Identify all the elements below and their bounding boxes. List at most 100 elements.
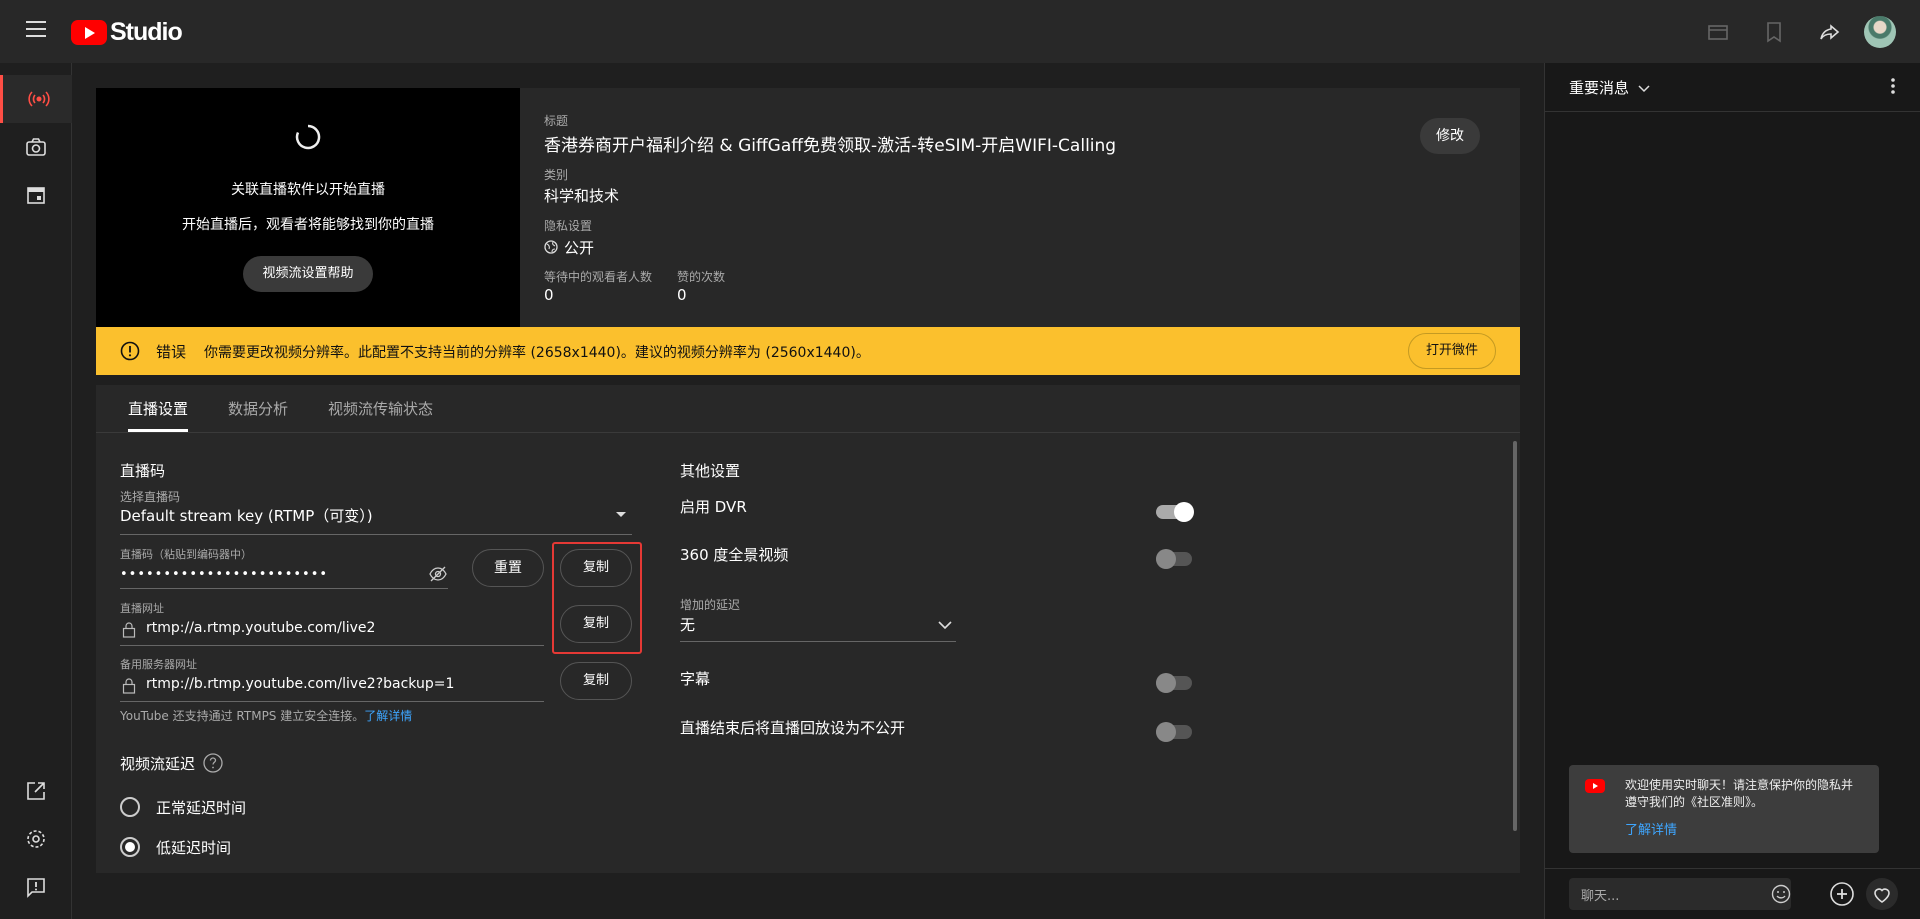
chevron-down-icon <box>938 621 952 630</box>
left-nav <box>0 63 72 919</box>
nav-stream[interactable] <box>0 75 72 123</box>
highlight-box <box>552 542 642 654</box>
unlist-toggle[interactable] <box>1156 722 1192 742</box>
stream-key-label: 直播码（粘贴到编码器中） <box>120 548 252 561</box>
dropdown-arrow-icon <box>616 512 626 517</box>
chat-learn-more-link[interactable]: 了解详情 <box>1625 819 1677 838</box>
error-prefix: 错误 <box>156 343 187 361</box>
nav-open-external[interactable] <box>0 767 72 815</box>
calendar-icon <box>27 187 45 204</box>
stream-url-label: 直播网址 <box>120 602 164 615</box>
chevron-down-icon <box>1638 84 1650 92</box>
preview-line-1: 关联直播软件以开始直播 <box>231 182 385 198</box>
help-icon[interactable] <box>203 753 223 773</box>
dvr-label: 启用 DVR <box>680 498 747 516</box>
top-bar: Studio <box>0 0 1920 63</box>
settings-panel: 直播码 选择直播码 Default stream key (RTMP（可变）) … <box>96 433 1520 873</box>
active-tab-indicator <box>128 429 188 432</box>
stream-title: 香港券商开户福利介绍 & GiffGaff免费领取-激活-转eSIM-开启WIF… <box>544 136 1117 156</box>
preview-line-2: 开始直播后，观看者将能够找到你的直播 <box>182 217 434 233</box>
tab-stream-settings[interactable]: 直播设置 <box>128 398 188 419</box>
vr360-toggle[interactable] <box>1156 549 1192 569</box>
vr360-label: 360 度全景视频 <box>680 546 789 564</box>
nav-manage[interactable] <box>0 171 72 219</box>
settings-scrollbar[interactable] <box>1513 441 1517 831</box>
loading-spinner-icon <box>295 124 321 150</box>
stream-key-select-value: Default stream key (RTMP（可变）) <box>120 507 373 525</box>
chat-header-label: 重要消息 <box>1569 79 1630 97</box>
rtmps-learn-more-link[interactable]: 了解详情 <box>364 709 412 723</box>
waiting-viewers-label: 等待中的观看者人数 <box>544 270 653 284</box>
stream-url-field[interactable]: rtmp://a.rtmp.youtube.com/live2 <box>120 618 544 646</box>
emoji-icon[interactable] <box>1771 884 1791 904</box>
clapperboard-icon[interactable] <box>1706 20 1730 44</box>
unlist-label: 直播结束后将直播回放设为不公开 <box>680 719 906 737</box>
bookmark-icon[interactable] <box>1762 20 1786 44</box>
captions-label: 字幕 <box>680 670 711 688</box>
stream-key-heading: 直播码 <box>120 462 166 480</box>
latency-normal-radio[interactable] <box>120 797 140 817</box>
dvr-toggle[interactable] <box>1156 502 1194 522</box>
heart-icon[interactable] <box>1865 877 1899 911</box>
error-banner: 错误 你需要更改视频分辨率。此配置不支持当前的分辨率 (2658x1440)。建… <box>96 327 1520 375</box>
latency-heading: 视频流延迟 <box>120 755 196 773</box>
title-label: 标题 <box>544 114 569 128</box>
select-key-label: 选择直播码 <box>120 490 181 504</box>
category-label: 类别 <box>544 168 569 182</box>
logo-text: Studio <box>110 18 183 46</box>
captions-toggle[interactable] <box>1156 673 1192 693</box>
chat-header-divider <box>1545 111 1920 112</box>
latency-low-radio[interactable] <box>120 837 140 857</box>
menu-icon[interactable] <box>26 21 46 37</box>
delay-select[interactable]: 无 <box>680 614 956 642</box>
add-icon[interactable] <box>1829 881 1855 907</box>
stream-preview: 关联直播软件以开始直播 开始直播后，观看者将能够找到你的直播 视频流设置帮助 <box>96 88 520 327</box>
open-widget-button[interactable]: 打开微件 <box>1408 333 1496 369</box>
stream-key-field[interactable]: •••••••••••••••••••••••• <box>120 563 448 589</box>
feedback-icon <box>27 878 45 898</box>
chat-panel: 重要消息 欢迎使用实时聊天！请注意保护你的隐私并遵守我们的《社区准则》。 了解详… <box>1544 63 1920 919</box>
latency-low-label: 低延迟时间 <box>156 839 232 857</box>
delay-select-value: 无 <box>680 616 696 634</box>
youtube-play-icon <box>71 20 107 45</box>
chat-welcome-text: 欢迎使用实时聊天！请注意保护你的隐私并遵守我们的《社区准则》。 <box>1625 778 1854 809</box>
backup-url-field[interactable]: rtmp://b.rtmp.youtube.com/live2?backup=1 <box>120 674 544 702</box>
edit-button[interactable]: 修改 <box>1420 118 1480 154</box>
nav-feedback[interactable] <box>0 863 72 911</box>
rtmps-note-text: YouTube 还支持通过 RTMPS 建立安全连接。 <box>120 709 365 723</box>
camera-icon <box>26 138 46 156</box>
stream-url-value: rtmp://a.rtmp.youtube.com/live2 <box>146 620 376 636</box>
chat-input-divider <box>1545 868 1920 869</box>
globe-icon <box>544 240 558 254</box>
gear-icon <box>27 830 45 848</box>
tab-stream-health[interactable]: 视频流传输状态 <box>328 398 433 419</box>
likes-label: 赞的次数 <box>677 270 726 284</box>
copy-backup-url-button[interactable]: 复制 <box>560 662 632 700</box>
stream-key-select[interactable]: Default stream key (RTMP（可变）) <box>120 505 632 535</box>
chat-input-box[interactable]: 聊天... <box>1569 878 1791 910</box>
backup-url-value: rtmp://b.rtmp.youtube.com/live2?backup=1 <box>146 676 455 692</box>
live-broadcast-icon <box>28 91 50 107</box>
nav-settings[interactable] <box>0 815 72 863</box>
warning-icon <box>120 341 140 361</box>
nav-webcam[interactable] <box>0 123 72 171</box>
tab-analytics[interactable]: 数据分析 <box>228 398 288 419</box>
eye-off-icon[interactable] <box>429 565 447 583</box>
stream-help-button[interactable]: 视频流设置帮助 <box>243 256 373 292</box>
more-vert-icon[interactable] <box>1891 77 1895 95</box>
youtube-icon <box>1585 779 1605 793</box>
avatar[interactable] <box>1864 16 1896 48</box>
privacy-label: 隐私设置 <box>544 219 593 233</box>
rtmps-note: YouTube 还支持通过 RTMPS 建立安全连接。了解详情 <box>120 707 412 724</box>
error-message: 你需要更改视频分辨率。此配置不支持当前的分辨率 (2658x1440)。建议的视… <box>204 345 870 361</box>
chat-welcome-card: 欢迎使用实时聊天！请注意保护你的隐私并遵守我们的《社区准则》。 了解详情 <box>1569 765 1879 853</box>
external-link-icon <box>27 782 45 800</box>
tab-bar: 直播设置 数据分析 视频流传输状态 <box>96 385 1520 433</box>
stream-info-panel: 标题 香港券商开户福利介绍 & GiffGaff免费领取-激活-转eSIM-开启… <box>520 88 1520 327</box>
chat-header[interactable]: 重要消息 <box>1569 77 1650 98</box>
share-icon[interactable] <box>1818 20 1842 44</box>
other-settings-heading: 其他设置 <box>680 462 741 480</box>
chat-input-placeholder: 聊天... <box>1581 889 1620 904</box>
reset-key-button[interactable]: 重置 <box>472 549 544 587</box>
studio-logo[interactable]: Studio <box>71 18 183 47</box>
